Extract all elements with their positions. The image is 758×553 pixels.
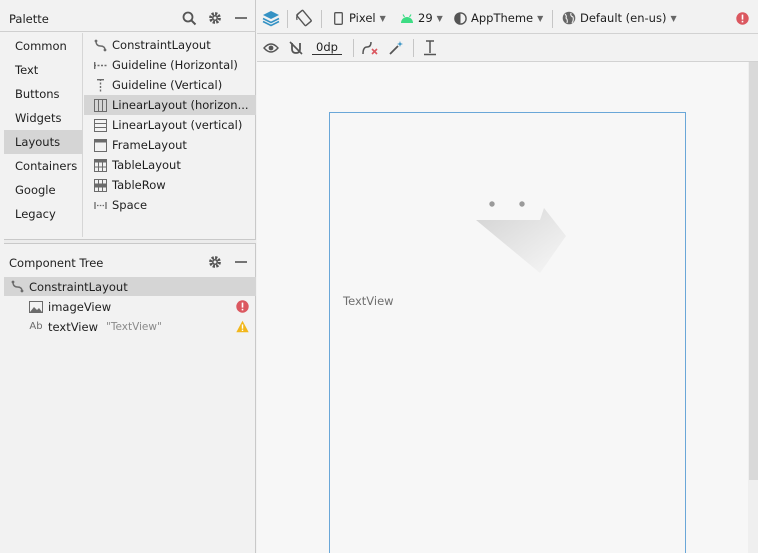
magic-wand-icon[interactable]: [388, 34, 404, 62]
palette-item-label: LinearLayout (horizon...: [112, 98, 249, 112]
palette-item-label: TableRow: [112, 178, 166, 192]
palette-item-guideline-vertical[interactable]: Guideline (Vertical): [84, 75, 256, 95]
table-row-icon: [93, 178, 107, 192]
guideline-vertical-icon: [93, 78, 107, 92]
palette-item-label: LinearLayout (vertical): [112, 118, 243, 132]
locale-dropdown[interactable]: Default (en-us) ▼: [562, 4, 677, 32]
tree-row-label: ConstraintLayout: [29, 279, 128, 294]
palette-item-label: Guideline (Vertical): [112, 78, 223, 92]
table-layout-icon: [93, 158, 107, 172]
palette-item-label: ConstraintLayout: [112, 38, 211, 52]
palette-item-label: FrameLayout: [112, 138, 187, 152]
space-icon: [93, 198, 107, 212]
category-legacy[interactable]: Legacy: [4, 202, 83, 226]
linear-layout-vertical-icon: [93, 118, 107, 132]
theme-dropdown[interactable]: AppTheme ▼: [454, 4, 543, 32]
category-google[interactable]: Google: [4, 178, 83, 202]
palette-item-label: Space: [112, 198, 148, 212]
tree-row-label: textView: [48, 319, 98, 334]
constraint-layout-icon: [10, 280, 24, 294]
category-text[interactable]: Text: [4, 58, 83, 82]
layout-editor: Palette Common Text Buttons Widgets Layo…: [0, 0, 758, 553]
tree-row-imageview[interactable]: imageView: [4, 297, 256, 316]
api-level-dropdown[interactable]: 29 ▼: [400, 4, 443, 32]
palette-item-label: TableLayout: [112, 158, 181, 172]
palette-item-label: Guideline (Horizontal): [112, 58, 238, 72]
palette-item-framelayout[interactable]: FrameLayout: [84, 135, 256, 155]
api-level-label: 29: [418, 11, 433, 25]
layers-icon[interactable]: [262, 4, 280, 32]
palette-title: Palette: [9, 12, 49, 26]
theme-label: AppTheme: [471, 11, 534, 25]
device-label: Pixel: [349, 11, 376, 25]
category-widgets[interactable]: Widgets: [4, 106, 83, 130]
gear-icon[interactable]: [206, 253, 224, 271]
default-margin-button[interactable]: 0dp: [312, 34, 342, 62]
gear-icon[interactable]: [206, 9, 224, 27]
chevron-down-icon: ▼: [537, 13, 544, 23]
palette-item-guideline-horizontal[interactable]: Guideline (Horizontal): [84, 55, 256, 75]
constraint-layout-icon: [93, 38, 107, 52]
chevron-down-icon: ▼: [436, 13, 443, 23]
left-panel: Palette Common Text Buttons Widgets Layo…: [0, 0, 256, 553]
linear-layout-horizontal-icon: [93, 98, 107, 112]
category-buttons[interactable]: Buttons: [4, 82, 83, 106]
error-icon[interactable]: [736, 4, 749, 32]
minimize-icon[interactable]: [232, 9, 250, 27]
palette-item-linearlayout-vertical[interactable]: LinearLayout (vertical): [84, 115, 256, 135]
device-screen[interactable]: TextView: [329, 112, 686, 553]
tree-row-label: imageView: [48, 299, 112, 314]
image-icon: [29, 300, 43, 314]
palette-item-tablerow[interactable]: TableRow: [84, 175, 256, 195]
textview-preview[interactable]: TextView: [343, 294, 394, 308]
separator: [287, 10, 288, 28]
tree-row-textview[interactable]: Ab textView "TextView": [4, 317, 256, 336]
category-layouts[interactable]: Layouts: [4, 130, 83, 154]
android-logo-icon[interactable]: [474, 198, 570, 276]
palette-item-space[interactable]: Space: [84, 195, 256, 215]
constraint-toolbar: 0dp: [257, 34, 758, 62]
locale-label: Default (en-us): [580, 11, 667, 25]
autoconnect-off-icon[interactable]: [288, 34, 304, 62]
default-margin-value: 0dp: [312, 41, 342, 55]
separator: [413, 39, 414, 57]
palette-items: ConstraintLayout Guideline (Horizontal) …: [84, 33, 256, 237]
separator: [552, 10, 553, 28]
chevron-down-icon: ▼: [379, 13, 386, 23]
palette-item-tablelayout[interactable]: TableLayout: [84, 155, 256, 175]
palette-item-linearlayout-horizontal[interactable]: LinearLayout (horizon...: [84, 95, 256, 115]
design-toolbar: Pixel ▼ 29 ▼ AppTheme ▼ Default (en-us) …: [257, 4, 758, 34]
tree-row-sub: "TextView": [106, 320, 162, 333]
tree-row-constraintlayout[interactable]: ConstraintLayout: [4, 277, 256, 296]
component-tree-header: Component Tree: [4, 248, 256, 276]
category-containers[interactable]: Containers: [4, 154, 83, 178]
separator: [321, 10, 322, 28]
guideline-horizontal-icon: [93, 58, 107, 72]
text-icon: Ab: [29, 321, 43, 332]
separator: [353, 39, 354, 57]
chevron-down-icon: ▼: [670, 13, 677, 23]
orientation-icon[interactable]: [295, 4, 313, 32]
component-tree-title: Component Tree: [9, 256, 104, 270]
error-icon[interactable]: [236, 300, 249, 313]
eye-icon[interactable]: [263, 34, 279, 62]
minimize-icon[interactable]: [232, 253, 250, 271]
panel-splitter[interactable]: [4, 239, 256, 244]
palette-item-constraintlayout[interactable]: ConstraintLayout: [84, 35, 256, 55]
scrollbar-thumb[interactable]: [749, 62, 758, 480]
category-common[interactable]: Common: [4, 34, 83, 58]
search-icon[interactable]: [180, 9, 198, 27]
clear-constraints-icon[interactable]: [361, 34, 379, 62]
warning-icon[interactable]: [236, 320, 249, 333]
device-dropdown[interactable]: Pixel ▼: [334, 4, 386, 32]
palette-categories: Common Text Buttons Widgets Layouts Cont…: [4, 33, 83, 237]
guidelines-icon[interactable]: [423, 34, 437, 62]
palette-header: Palette: [0, 4, 256, 32]
frame-layout-icon: [93, 138, 107, 152]
